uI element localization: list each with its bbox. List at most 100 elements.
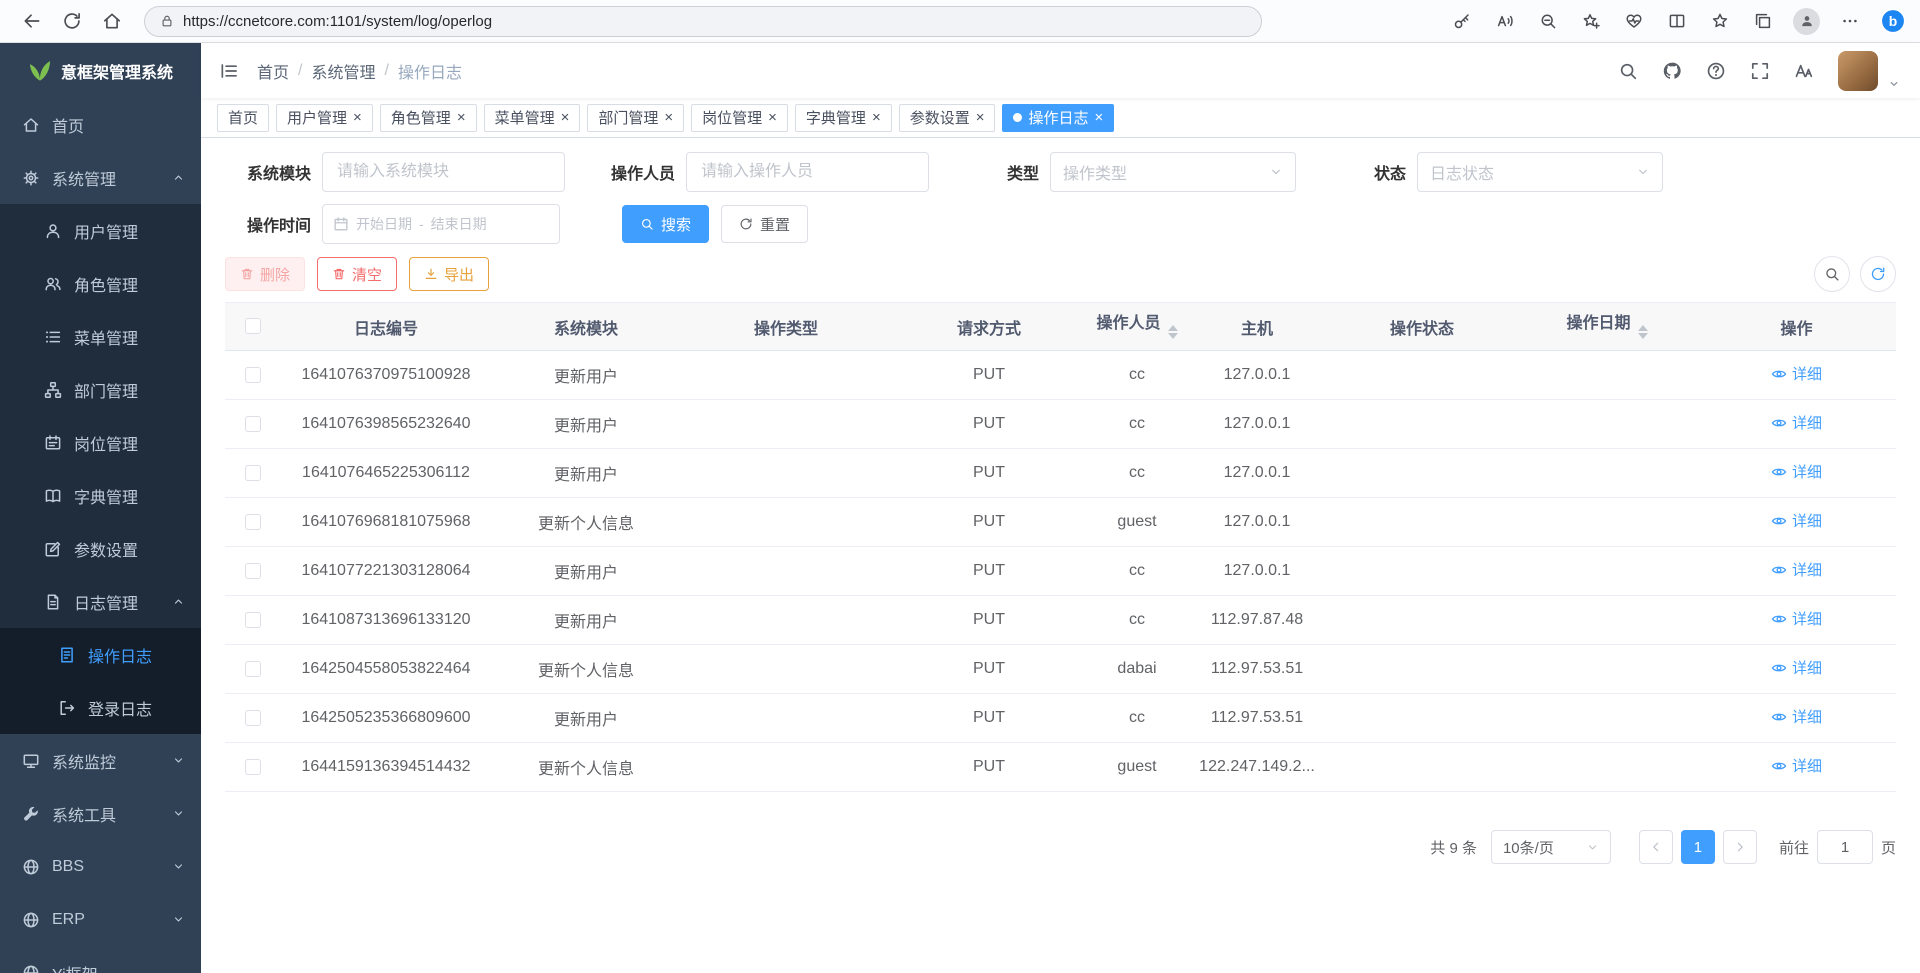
read-aloud-button[interactable] <box>1492 4 1518 38</box>
zoom-button[interactable] <box>1535 4 1561 38</box>
detail-link[interactable]: 详细 <box>1771 608 1822 629</box>
sidebar-item-log-mgmt[interactable]: 日志管理 <box>0 575 201 628</box>
column-header-operator[interactable]: 操作人员 <box>1087 303 1187 351</box>
sidebar-item-dept-mgmt[interactable]: 部门管理 <box>0 363 201 416</box>
row-checkbox[interactable] <box>245 612 261 628</box>
operator-input[interactable] <box>686 152 929 192</box>
row-checkbox[interactable] <box>245 465 261 481</box>
tab-param-settings[interactable]: 参数设置× <box>899 104 996 132</box>
close-icon[interactable]: × <box>976 110 985 125</box>
sidebar-toggle-button[interactable] <box>201 43 257 98</box>
tab-oper-log[interactable]: 操作日志× <box>1002 104 1114 132</box>
tab-home[interactable]: 首页 <box>217 104 269 132</box>
page-number-button[interactable]: 1 <box>1681 830 1715 864</box>
fullscreen-button[interactable] <box>1750 61 1770 81</box>
sidebar-item-post-mgmt[interactable]: 岗位管理 <box>0 416 201 469</box>
font-size-button[interactable] <box>1794 61 1814 81</box>
sidebar-item-bbs[interactable]: BBS <box>0 840 201 893</box>
detail-link[interactable]: 详细 <box>1771 559 1822 580</box>
browser-refresh-button[interactable] <box>54 4 90 38</box>
close-icon[interactable]: × <box>664 110 673 125</box>
browser-back-button[interactable] <box>14 4 50 38</box>
address-bar[interactable]: https://ccnetcore.com:1101/system/log/op… <box>144 6 1262 37</box>
detail-link[interactable]: 详细 <box>1771 657 1822 678</box>
github-link[interactable] <box>1662 61 1682 81</box>
sidebar-item-oper-log[interactable]: 操作日志 <box>0 628 201 681</box>
row-checkbox[interactable] <box>245 661 261 677</box>
row-checkbox[interactable] <box>245 759 261 775</box>
add-favorite-button[interactable] <box>1578 4 1604 38</box>
row-checkbox[interactable] <box>245 563 261 579</box>
close-icon[interactable]: × <box>457 110 466 125</box>
row-checkbox[interactable] <box>245 367 261 383</box>
next-page-button[interactable] <box>1723 830 1757 864</box>
row-checkbox[interactable] <box>245 710 261 726</box>
sidebar-item-system-mgmt[interactable]: 系统管理 <box>0 151 201 204</box>
reset-button[interactable]: 重置 <box>721 205 808 243</box>
app-logo[interactable]: 意框架管理系统 <box>0 43 201 98</box>
prev-page-button[interactable] <box>1639 830 1673 864</box>
close-icon[interactable]: × <box>561 110 570 125</box>
sidebar-item-dict-mgmt[interactable]: 字典管理 <box>0 469 201 522</box>
delete-button[interactable]: 删除 <box>225 257 305 291</box>
sidebar-item-yi-framework[interactable]: Yi框架 <box>0 946 201 973</box>
browser-home-button[interactable] <box>94 4 130 38</box>
sidebar-item-system-monitor[interactable]: 系统监控 <box>0 734 201 787</box>
sidebar-item-system-tools[interactable]: 系统工具 <box>0 787 201 840</box>
breadcrumb-home[interactable]: 首页 <box>257 59 289 83</box>
sort-carets-icon[interactable] <box>1638 320 1648 344</box>
collections-button[interactable] <box>1750 4 1776 38</box>
row-checkbox[interactable] <box>245 514 261 530</box>
close-icon[interactable]: × <box>1095 110 1104 125</box>
detail-link[interactable]: 详细 <box>1771 706 1822 727</box>
header-search-button[interactable] <box>1618 61 1638 81</box>
close-icon[interactable]: × <box>768 110 777 125</box>
browser-menu-button[interactable] <box>1837 4 1863 38</box>
close-icon[interactable]: × <box>353 110 362 125</box>
search-button[interactable]: 搜索 <box>622 205 709 243</box>
breadcrumb-system-mgmt[interactable]: 系统管理 <box>311 59 375 83</box>
row-checkbox[interactable] <box>245 416 261 432</box>
sidebar-item-menu-mgmt[interactable]: 菜单管理 <box>0 310 201 363</box>
tab-menu-mgmt[interactable]: 菜单管理× <box>484 104 581 132</box>
help-button[interactable] <box>1706 61 1726 81</box>
column-header-action: 操作 <box>1697 303 1896 351</box>
module-input[interactable] <box>322 152 565 192</box>
tab-role-mgmt[interactable]: 角色管理× <box>380 104 477 132</box>
tab-user-mgmt[interactable]: 用户管理× <box>276 104 373 132</box>
detail-link[interactable]: 详细 <box>1771 363 1822 384</box>
refresh-table-button[interactable] <box>1860 256 1896 292</box>
export-button[interactable]: 导出 <box>409 257 489 291</box>
sort-carets-icon[interactable] <box>1168 320 1178 344</box>
status-select[interactable]: 日志状态 <box>1417 152 1663 192</box>
clear-button[interactable]: 清空 <box>317 257 397 291</box>
sidebar-item-home[interactable]: 首页 <box>0 98 201 151</box>
detail-link[interactable]: 详细 <box>1771 412 1822 433</box>
sidebar-item-user-mgmt[interactable]: 用户管理 <box>0 204 201 257</box>
sidebar-item-erp[interactable]: ERP <box>0 893 201 946</box>
split-screen-button[interactable] <box>1664 4 1690 38</box>
sidebar-item-param-settings[interactable]: 参数设置 <box>0 522 201 575</box>
browser-profile-button[interactable] <box>1793 8 1820 35</box>
tab-post-mgmt[interactable]: 岗位管理× <box>691 104 788 132</box>
page-size-select[interactable]: 10条/页 <box>1491 830 1611 864</box>
toggle-search-button[interactable] <box>1814 256 1850 292</box>
sidebar-item-login-log[interactable]: 登录日志 <box>0 681 201 734</box>
sidebar-item-role-mgmt[interactable]: 角色管理 <box>0 257 201 310</box>
column-header-date[interactable]: 操作日期 <box>1517 303 1697 351</box>
close-icon[interactable]: × <box>872 110 881 125</box>
browser-essentials-button[interactable] <box>1621 4 1647 38</box>
detail-link[interactable]: 详细 <box>1771 461 1822 482</box>
password-key-button[interactable] <box>1449 4 1475 38</box>
copilot-button[interactable]: b <box>1880 4 1906 38</box>
goto-page-input[interactable] <box>1817 830 1873 864</box>
select-all-checkbox[interactable] <box>245 318 261 334</box>
type-select[interactable]: 操作类型 <box>1050 152 1296 192</box>
date-range-picker[interactable]: 开始日期 - 结束日期 <box>322 204 560 244</box>
tab-dict-mgmt[interactable]: 字典管理× <box>795 104 892 132</box>
detail-link[interactable]: 详细 <box>1771 755 1822 776</box>
tab-dept-mgmt[interactable]: 部门管理× <box>587 104 684 132</box>
user-avatar[interactable] <box>1838 51 1878 91</box>
favorites-button[interactable] <box>1707 4 1733 38</box>
detail-link[interactable]: 详细 <box>1771 510 1822 531</box>
